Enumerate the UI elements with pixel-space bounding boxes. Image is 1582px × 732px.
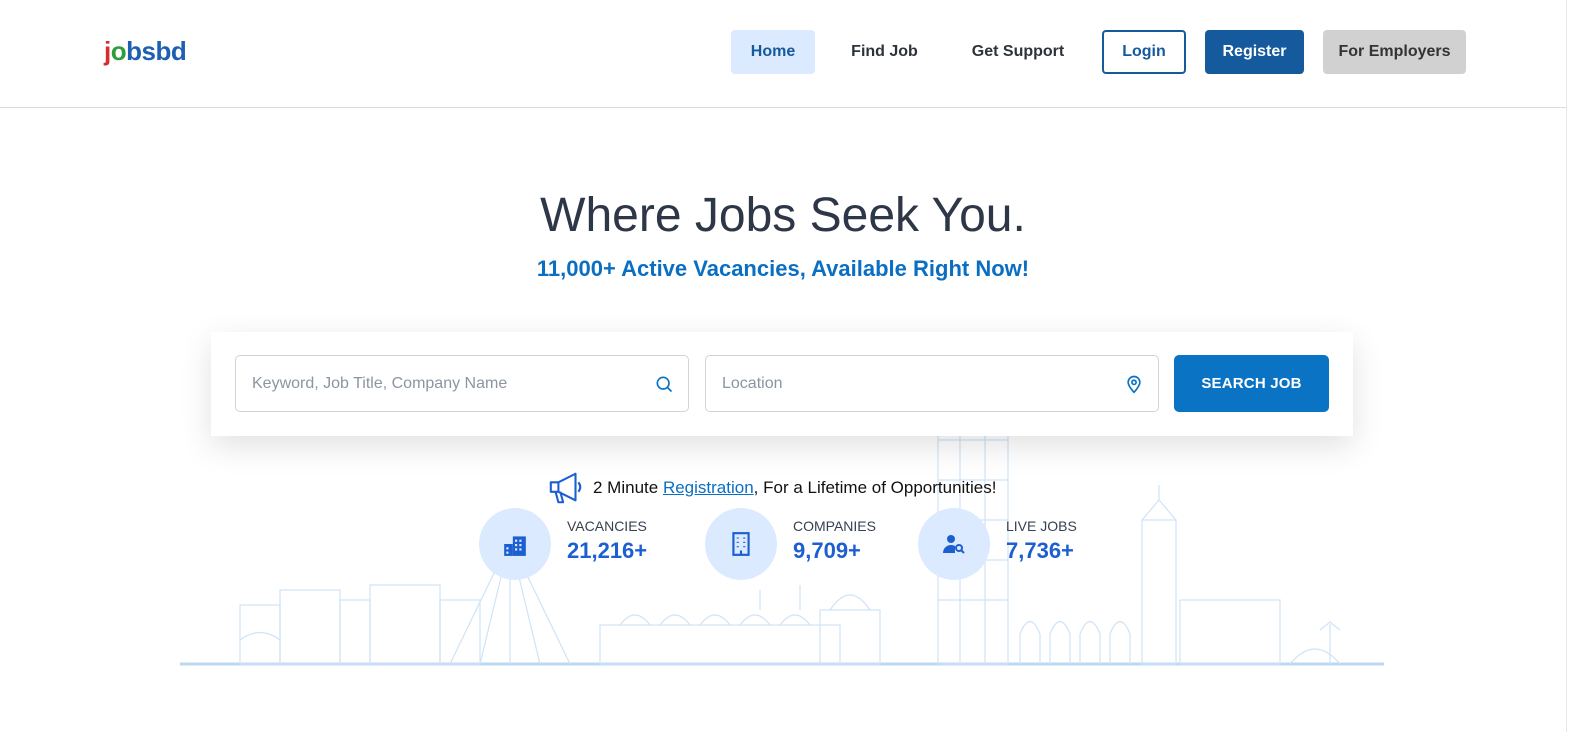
- scrollbar[interactable]: [1566, 0, 1582, 732]
- stat-value: 9,709+: [793, 538, 861, 563]
- office-building-icon: [732, 532, 750, 556]
- nav-find-job[interactable]: Find Job: [837, 30, 932, 74]
- search-card: Keyword, Job Title, Company Name Locatio…: [211, 332, 1353, 436]
- megaphone-icon: [549, 472, 582, 504]
- jobsbd-logo[interactable]: jobsbd: [104, 36, 187, 67]
- stat-value: 21,216+: [567, 538, 648, 563]
- registration-promo: 2 Minute Registration , For a Lifetime o…: [547, 470, 997, 506]
- nav-home[interactable]: Home: [731, 30, 815, 74]
- registration-link[interactable]: Registration: [663, 478, 754, 498]
- nav-get-support[interactable]: Get Support: [955, 30, 1081, 74]
- stat-live-jobs: LIVE JOBS 7,736+: [918, 508, 1077, 580]
- login-button[interactable]: Login: [1102, 30, 1186, 74]
- stat-vacancies: VACANCIES 21,216+: [479, 508, 647, 580]
- location-pin-icon[interactable]: [1122, 372, 1146, 396]
- user-search-icon: [943, 535, 965, 554]
- search-icon[interactable]: [652, 372, 676, 396]
- stat-label: VACANCIES: [567, 518, 647, 534]
- stat-circle: [918, 508, 990, 580]
- registration-prefix: 2 Minute: [593, 478, 663, 497]
- hero-subtitle: 11,000+ Active Vacancies, Available Righ…: [536, 256, 1030, 281]
- location-input[interactable]: Location: [705, 355, 1159, 412]
- for-employers-button[interactable]: For Employers: [1323, 30, 1466, 74]
- keyword-search-input[interactable]: Keyword, Job Title, Company Name: [235, 355, 689, 412]
- stat-circle: [479, 508, 551, 580]
- hero-title: Where Jobs Seek You.: [540, 189, 1026, 242]
- search-job-button[interactable]: SEARCH JOB: [1174, 355, 1329, 412]
- location-placeholder: Location: [722, 374, 783, 392]
- stat-circle: [705, 508, 777, 580]
- stat-companies: COMPANIES 9,709+: [705, 508, 876, 580]
- stat-label: LIVE JOBS: [1006, 518, 1077, 534]
- registration-suffix: , For a Lifetime of Opportunities!: [753, 478, 997, 497]
- stat-label: COMPANIES: [793, 518, 876, 534]
- stat-value: 7,736+: [1006, 538, 1074, 563]
- buildings-icon: [504, 536, 526, 556]
- keyword-placeholder: Keyword, Job Title, Company Name: [252, 374, 508, 392]
- site-header: jobsbd Home Find Job Get Support Login R…: [0, 0, 1566, 108]
- register-button[interactable]: Register: [1205, 30, 1304, 74]
